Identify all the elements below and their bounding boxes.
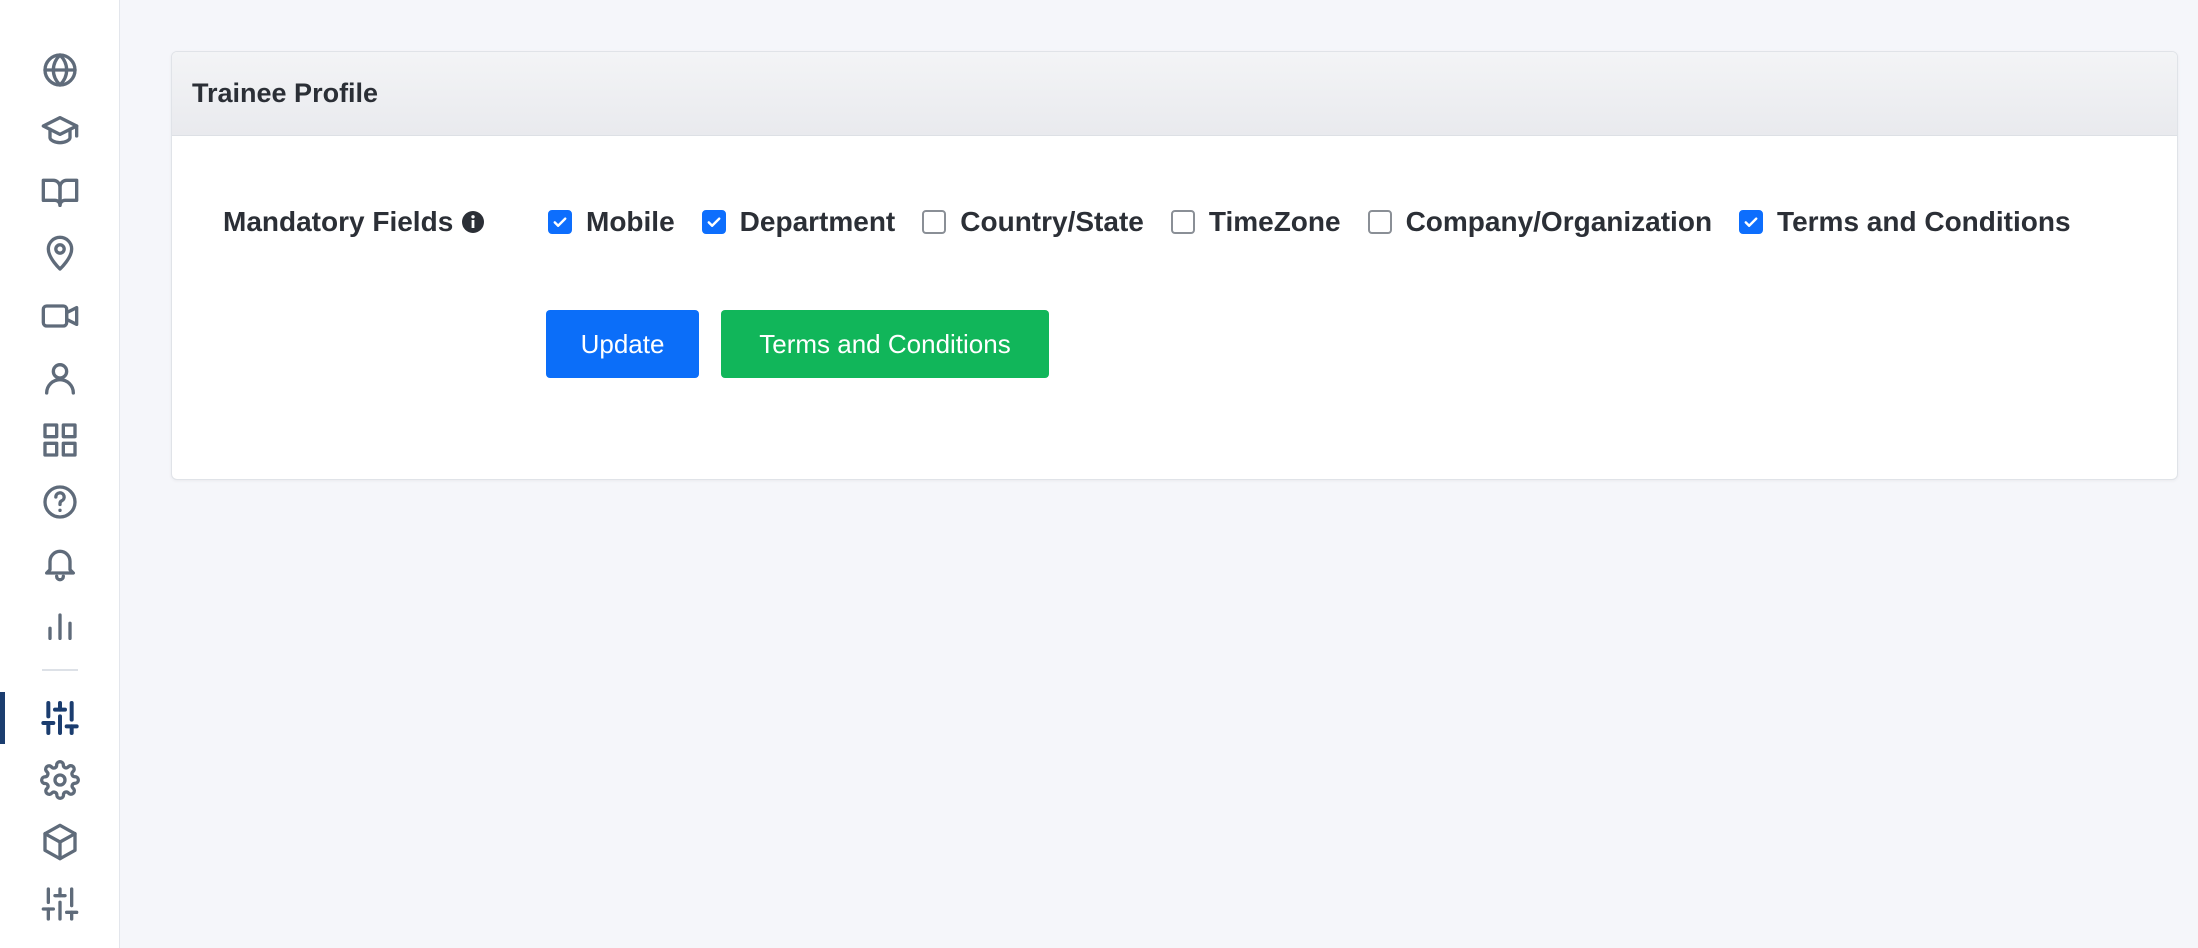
app: Trainee Profile Mandatory Fields Mobile D… [0, 0, 2198, 948]
checkbox-mobile[interactable] [548, 210, 572, 234]
checkbox-country-state[interactable] [922, 210, 947, 234]
update-button[interactable]: Update [546, 310, 699, 378]
check-icon [553, 217, 567, 227]
sidebar-divider [42, 669, 78, 671]
video-icon [41, 304, 78, 328]
user-icon [44, 363, 75, 395]
check-icon [707, 217, 721, 227]
gear-icon [39, 760, 80, 800]
checkbox-timezone[interactable] [1170, 210, 1195, 234]
trainee-profile-card: Trainee Profile Mandatory Fields Mobile D… [171, 51, 2178, 480]
card-header: Trainee Profile [172, 52, 2177, 136]
sidebar-item-videos[interactable] [0, 290, 119, 342]
sidebar-item-library[interactable] [0, 166, 119, 218]
sidebar-item-dashboard[interactable] [0, 414, 119, 466]
sidebar-item-help[interactable] [0, 476, 119, 528]
option-label: Department [739, 206, 896, 237]
sidebar-item-preferences[interactable] [0, 692, 119, 744]
bar-chart-icon [47, 613, 72, 640]
sidebar-item-reports[interactable] [0, 599, 119, 651]
option-label: Mobile [586, 206, 675, 237]
option-company-organization[interactable]: Company/Organization [1367, 206, 1713, 238]
check-icon [1744, 217, 1758, 227]
option-terms-and-conditions[interactable]: Terms and Conditions [1739, 206, 2071, 238]
sidebar-item-locations[interactable] [0, 228, 119, 280]
sidebar-item-advanced[interactable] [0, 878, 119, 930]
mandatory-field-options: Mobile Department Country/State TimeZone Com… [548, 204, 2098, 240]
option-label: Company/Organization [1405, 206, 1713, 237]
option-label: Terms and Conditions [1777, 206, 2071, 237]
checkbox-company-organization[interactable] [1367, 210, 1392, 234]
help-circle-icon [42, 485, 77, 519]
map-pin-icon [46, 235, 73, 271]
card-title: Trainee Profile [192, 78, 379, 108]
sliders-icon [41, 887, 78, 921]
sidebar-item-packages[interactable] [0, 816, 119, 868]
book-open-icon [41, 178, 78, 207]
grid-icon [42, 423, 77, 457]
globe-icon [42, 53, 77, 87]
mandatory-fields-label: Mandatory Fields [223, 204, 485, 240]
sidebar-item-settings[interactable] [0, 754, 119, 806]
option-department[interactable]: Department [701, 206, 896, 238]
option-timezone[interactable]: TimeZone [1170, 206, 1341, 238]
graduation-cap-icon [41, 116, 78, 145]
option-country-state[interactable]: Country/State [922, 206, 1144, 238]
checkbox-department[interactable] [701, 210, 726, 234]
sidebar-item-notifications[interactable] [0, 537, 119, 589]
sliders-icon [40, 701, 79, 735]
sidebar-item-globe[interactable] [0, 44, 119, 96]
sidebar-item-users[interactable] [0, 352, 119, 404]
checkbox-terms-and-conditions[interactable] [1739, 210, 1764, 234]
sidebar [0, 0, 120, 948]
terms-and-conditions-button[interactable]: Terms and Conditions [721, 310, 1049, 378]
option-label: TimeZone [1208, 206, 1341, 237]
mandatory-fields-text: Mandatory Fields [223, 206, 454, 237]
sidebar-item-courses[interactable] [0, 105, 119, 157]
info-circle-icon[interactable] [461, 210, 485, 234]
package-icon [42, 823, 77, 861]
option-mobile[interactable]: Mobile [548, 206, 675, 238]
bell-icon [44, 549, 75, 582]
option-label: Country/State [960, 206, 1144, 237]
